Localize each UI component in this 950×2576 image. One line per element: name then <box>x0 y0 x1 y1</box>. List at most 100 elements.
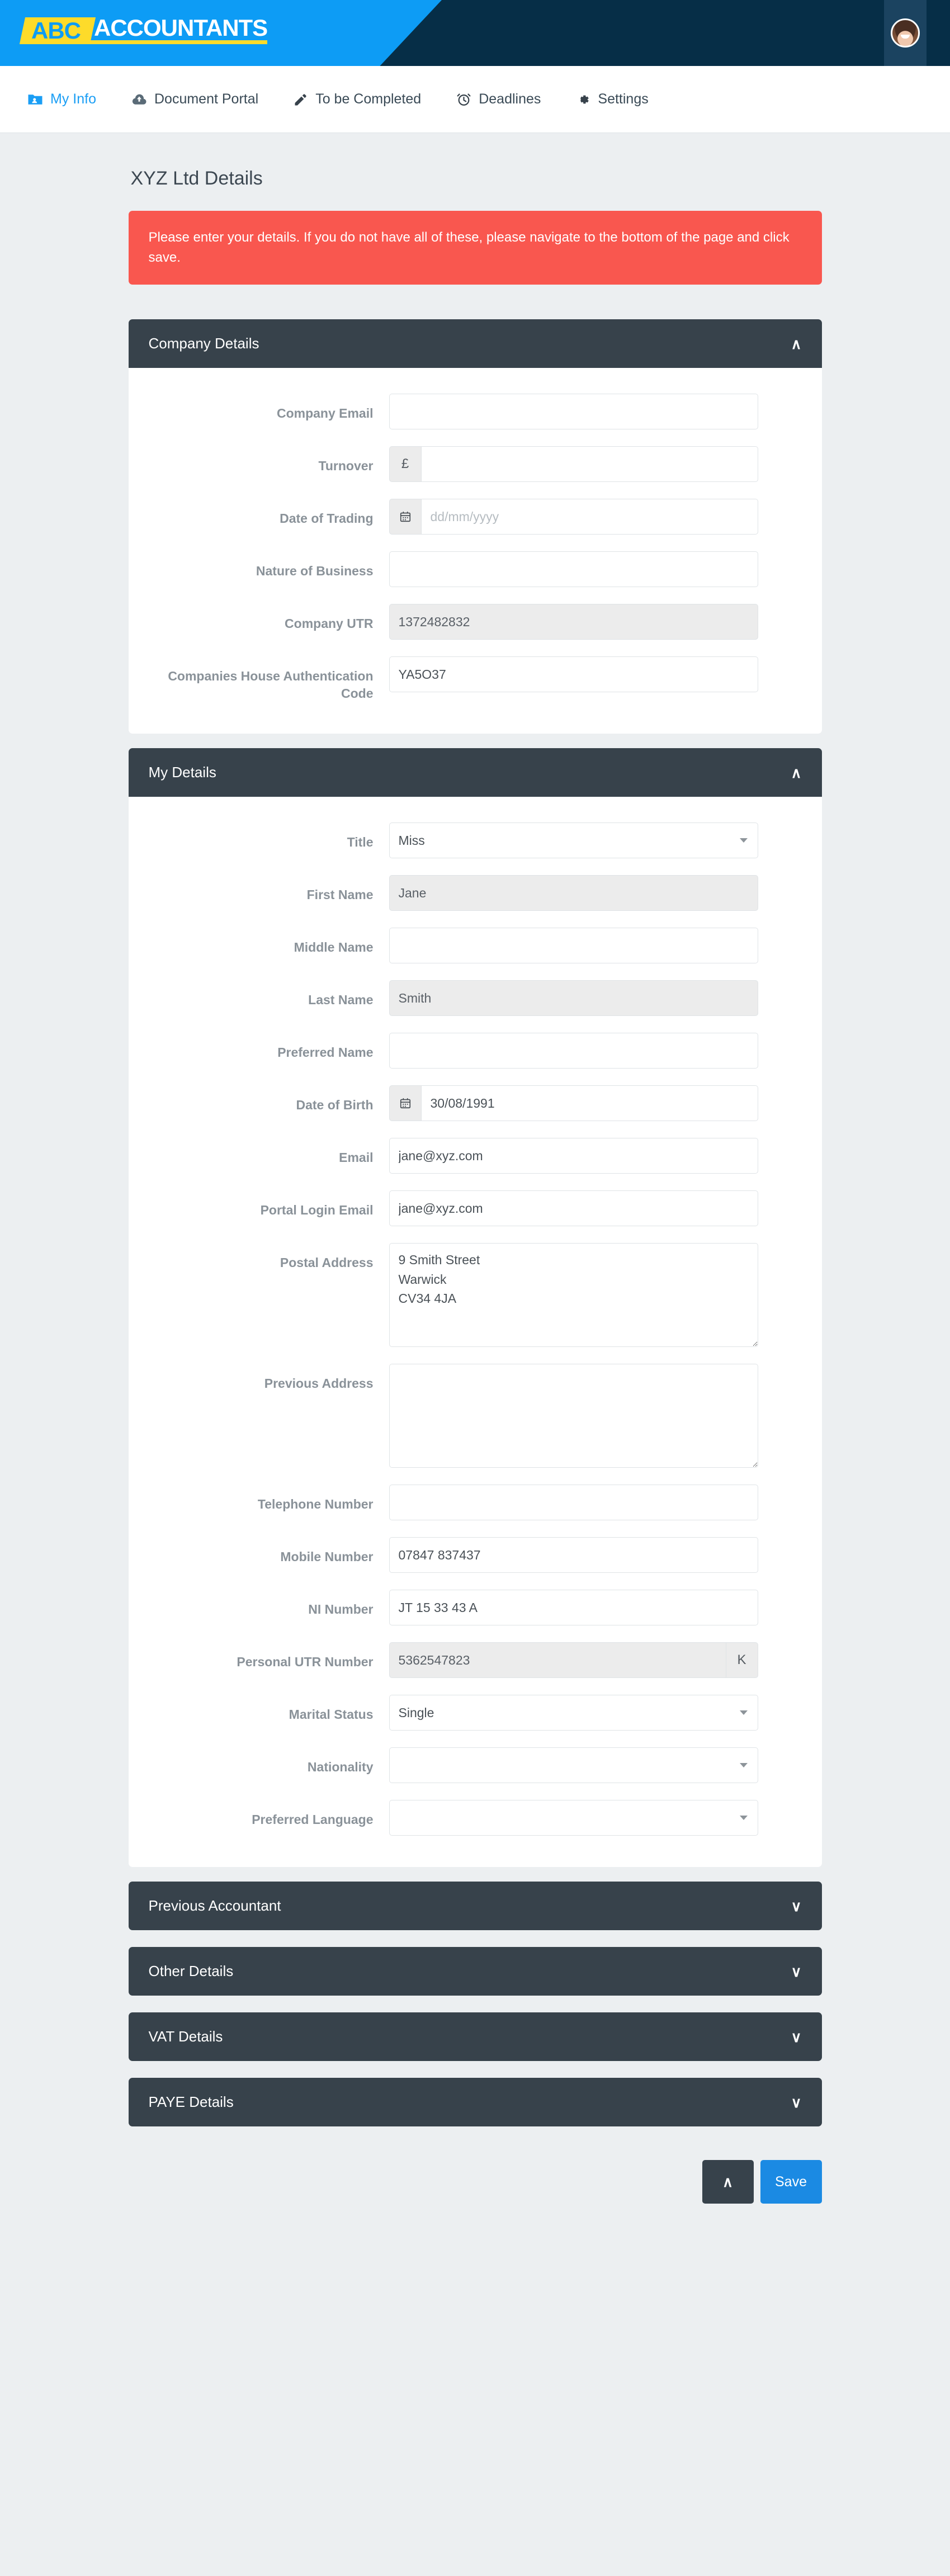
nav-item-document-portal[interactable]: Document Portal <box>131 91 258 108</box>
field-row-nationality: Nationality <box>149 1747 802 1784</box>
field-label: Preferred Name <box>277 1045 374 1060</box>
portal-login-email-input[interactable] <box>389 1190 758 1227</box>
field-row-email: Email <box>149 1138 802 1174</box>
chevron-down-icon[interactable]: ∨ <box>791 2095 801 2110</box>
previous-address-textarea[interactable] <box>389 1364 758 1468</box>
page-content: XYZ Ltd Details Please enter your detail… <box>128 133 822 2204</box>
chevron-down-icon[interactable]: ∨ <box>791 1899 801 1913</box>
chevron-down-icon <box>739 838 748 843</box>
chevron-up-icon[interactable]: ∧ <box>791 765 801 780</box>
preferred-name-input[interactable] <box>389 1033 758 1069</box>
field-label: NI Number <box>308 1602 374 1617</box>
field-label: Postal Address <box>280 1255 374 1270</box>
panel-title: Previous Accountant <box>148 1897 281 1915</box>
date-of-birth-input[interactable] <box>421 1085 758 1122</box>
page-title: XYZ Ltd Details <box>130 168 263 189</box>
nav-label: To be Completed <box>315 91 422 107</box>
middle-name-input[interactable] <box>389 928 758 964</box>
field-row-middle-name: Middle Name <box>149 928 802 964</box>
user-menu[interactable] <box>884 0 927 66</box>
panel-header-my-details[interactable]: My Details ∧ <box>128 748 822 797</box>
field-label: Preferred Language <box>252 1812 374 1827</box>
field-row-date-of-trading: Date of Trading <box>149 499 802 535</box>
chevron-down-icon[interactable]: ∨ <box>791 1964 801 1979</box>
panel-company-details: Company Details ∧ Company Email Turnover… <box>128 319 822 734</box>
field-row-company-email: Company Email <box>149 394 802 429</box>
field-label: Marital Status <box>289 1707 374 1722</box>
save-button[interactable]: Save <box>760 2160 822 2204</box>
field-row-nature-of-business: Nature of Business <box>149 551 802 587</box>
turnover-input[interactable] <box>421 446 758 482</box>
mobile-number-input[interactable] <box>389 1537 758 1573</box>
panel-paye-details: PAYE Details ∨ <box>128 2078 822 2127</box>
field-row-preferred-name: Preferred Name <box>149 1033 802 1069</box>
marital-status-select[interactable]: Single <box>389 1695 758 1731</box>
main-navigation: My Info Document Portal To be Completed … <box>0 66 950 133</box>
field-label: Mobile Number <box>280 1549 374 1564</box>
field-label: Nationality <box>307 1760 374 1775</box>
field-row-first-name: First Name <box>149 875 802 911</box>
calendar-icon[interactable] <box>389 1085 422 1122</box>
panel-header-paye-details[interactable]: PAYE Details ∨ <box>128 2078 822 2127</box>
field-label: Previous Address <box>264 1376 374 1391</box>
scroll-to-top-button[interactable]: ∧ <box>702 2160 754 2204</box>
chevron-down-icon <box>739 1816 748 1821</box>
preferred-language-select[interactable] <box>389 1800 758 1836</box>
personal-utr-suffix: K <box>725 1642 758 1679</box>
panel-my-details: My Details ∧ Title Miss First Name Jane … <box>128 748 822 1868</box>
field-row-marital-status: Marital Status Single <box>149 1695 802 1731</box>
companies-house-code-input[interactable] <box>389 656 758 692</box>
chevron-down-icon <box>739 1763 748 1768</box>
field-row-mobile-number: Mobile Number <box>149 1537 802 1573</box>
nationality-select[interactable] <box>389 1747 758 1784</box>
brand-logo[interactable]: ABC ACCOUNTANTS <box>19 16 268 44</box>
nature-of-business-input[interactable] <box>389 551 758 587</box>
nav-item-settings[interactable]: Settings <box>575 91 649 107</box>
email-input[interactable] <box>389 1138 758 1174</box>
date-of-trading-input[interactable] <box>421 499 758 535</box>
company-email-input[interactable] <box>389 394 758 429</box>
chevron-down-icon[interactable]: ∨ <box>791 2030 801 2044</box>
chevron-down-icon <box>739 1710 748 1715</box>
panel-title: Company Details <box>148 335 259 352</box>
field-label: Company Email <box>276 406 374 420</box>
chevron-up-icon[interactable]: ∧ <box>791 337 801 351</box>
currency-prefix-gbp: £ <box>389 446 422 482</box>
panel-header-other-details[interactable]: Other Details ∨ <box>128 1947 822 1996</box>
pencil-icon <box>293 92 309 107</box>
calendar-icon[interactable] <box>389 499 422 535</box>
field-label: Telephone Number <box>257 1497 374 1512</box>
folder-user-icon <box>27 91 44 108</box>
logo-mark: ABC <box>19 17 96 44</box>
form-actions: ∧ Save <box>129 2160 822 2204</box>
alarm-clock-icon <box>456 91 472 107</box>
panel-title: VAT Details <box>148 2028 223 2045</box>
field-row-title: Title Miss <box>149 823 802 859</box>
telephone-number-input[interactable] <box>389 1485 758 1521</box>
nav-item-to-be-completed[interactable]: To be Completed <box>293 91 421 107</box>
panel-header-vat-details[interactable]: VAT Details ∨ <box>128 2012 822 2062</box>
title-select[interactable]: Miss <box>389 823 758 859</box>
ni-number-input[interactable] <box>389 1590 758 1626</box>
last-name-input <box>389 980 758 1017</box>
panel-header-company-details[interactable]: Company Details ∧ <box>128 319 822 368</box>
nav-item-deadlines[interactable]: Deadlines <box>456 91 541 107</box>
field-label: First Name <box>306 887 374 902</box>
nav-item-my-info[interactable]: My Info <box>27 91 96 108</box>
field-row-turnover: Turnover £ <box>149 446 802 482</box>
avatar[interactable] <box>891 18 920 48</box>
app-header: ABC ACCOUNTANTS <box>0 0 950 66</box>
panel-header-previous-accountant[interactable]: Previous Accountant ∨ <box>128 1882 822 1931</box>
field-label: Nature of Business <box>256 564 374 578</box>
field-row-ni-number: NI Number <box>149 1590 802 1626</box>
nav-label: My Info <box>50 91 96 107</box>
postal-address-textarea[interactable]: 9 Smith Street Warwick CV34 4JA <box>389 1243 758 1348</box>
field-label: Company UTR <box>285 616 374 631</box>
field-label: Email <box>339 1150 374 1165</box>
field-label: Personal UTR Number <box>237 1655 374 1670</box>
field-row-personal-utr: Personal UTR Number K <box>149 1642 802 1679</box>
field-label: Date of Birth <box>296 1098 374 1113</box>
field-row-date-of-birth: Date of Birth <box>149 1085 802 1122</box>
title-select-value: Miss <box>398 833 425 848</box>
panel-title: My Details <box>148 764 216 781</box>
